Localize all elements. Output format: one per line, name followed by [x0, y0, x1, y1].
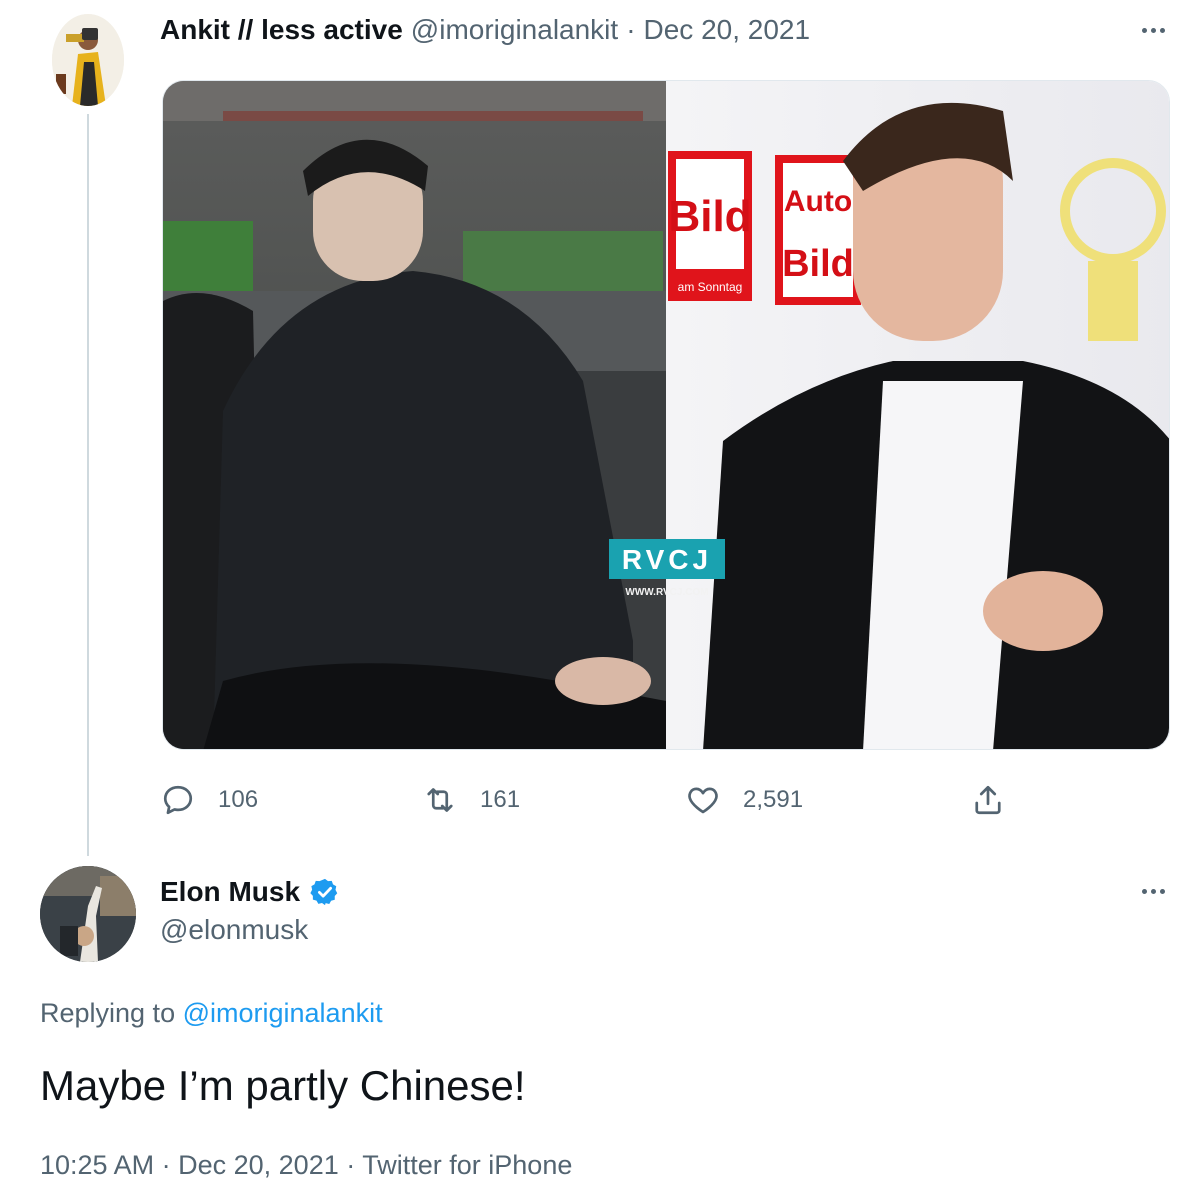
separator-dot: ·	[346, 1150, 356, 1180]
reply-icon	[163, 785, 193, 815]
tweet-time-link[interactable]: 10:25 AM	[40, 1150, 154, 1180]
reply-name-row: Elon Musk	[160, 872, 340, 912]
verified-badge-icon	[310, 878, 338, 906]
like-button[interactable]: 2,591	[685, 778, 803, 822]
retweet-button[interactable]: 161	[422, 778, 520, 822]
more-icon	[1141, 888, 1147, 894]
reply-count: 106	[218, 786, 259, 813]
author-avatar[interactable]	[52, 14, 124, 106]
share-icon	[975, 785, 1001, 815]
replying-to-label: Replying to	[40, 998, 176, 1028]
watermark-brand: RVCJ	[622, 544, 712, 575]
more-icon	[1141, 27, 1147, 33]
reply-author-avatar[interactable]	[40, 866, 136, 962]
backdrop-logo-text-3: Bild	[782, 243, 854, 285]
tweet-metadata: 10:25 AM · Dec 20, 2021 · Twitter for iP…	[40, 1150, 572, 1181]
author-name[interactable]: Ankit // less active	[160, 14, 403, 46]
more-icon-dot	[1150, 888, 1156, 894]
author-handle[interactable]: @imoriginalankit	[411, 14, 618, 46]
more-options-button[interactable]	[1133, 18, 1173, 42]
backdrop-logo-text-2: Auto	[784, 185, 852, 218]
reply-button[interactable]: 106	[160, 778, 258, 822]
avatar-photo	[52, 14, 124, 106]
more-icon-dot	[1159, 888, 1165, 894]
share-button[interactable]	[970, 778, 1006, 822]
tweet-header: Ankit // less active @imoriginalankit · …	[160, 12, 810, 48]
tweet-text: Maybe I’m partly Chinese!	[40, 1062, 526, 1109]
more-icon-dot	[1150, 27, 1156, 33]
separator-dot: ·	[626, 14, 636, 45]
tweet-actions-bar: 106 161 2,591	[160, 778, 1020, 822]
media-collage: Bild am Sonntag Auto Bild RVCJ WWW.RVCJ.…	[163, 81, 1169, 749]
reply-more-options-button[interactable]	[1133, 879, 1173, 903]
thread-connector	[87, 114, 89, 856]
like-count: 2,591	[743, 786, 804, 813]
reply-author-handle[interactable]: @elonmusk	[160, 914, 308, 946]
backdrop-logo-subtext: am Sonntag	[678, 280, 743, 294]
tweet-media-image[interactable]: Bild am Sonntag Auto Bild RVCJ WWW.RVCJ.…	[162, 80, 1170, 750]
heart-icon	[688, 787, 718, 814]
replying-to-handle-link[interactable]: @imoriginalankit	[183, 998, 383, 1028]
tweet-date-link[interactable]: Dec 20, 2021	[178, 1150, 339, 1180]
watermark-url: WWW.RVCJ.COM	[625, 587, 708, 598]
more-icon-dot	[1159, 27, 1165, 33]
separator-dot: ·	[161, 1150, 171, 1180]
tweet-source-link[interactable]: Twitter for iPhone	[362, 1150, 572, 1180]
tweet-date[interactable]: Dec 20, 2021	[644, 14, 811, 46]
retweet-icon	[427, 788, 453, 812]
reply-author-name[interactable]: Elon Musk	[160, 876, 300, 908]
backdrop-logo-text: Bild	[668, 192, 751, 241]
replying-to: Replying to @imoriginalankit	[40, 998, 383, 1029]
retweet-count: 161	[480, 786, 521, 813]
avatar-photo	[40, 866, 136, 962]
